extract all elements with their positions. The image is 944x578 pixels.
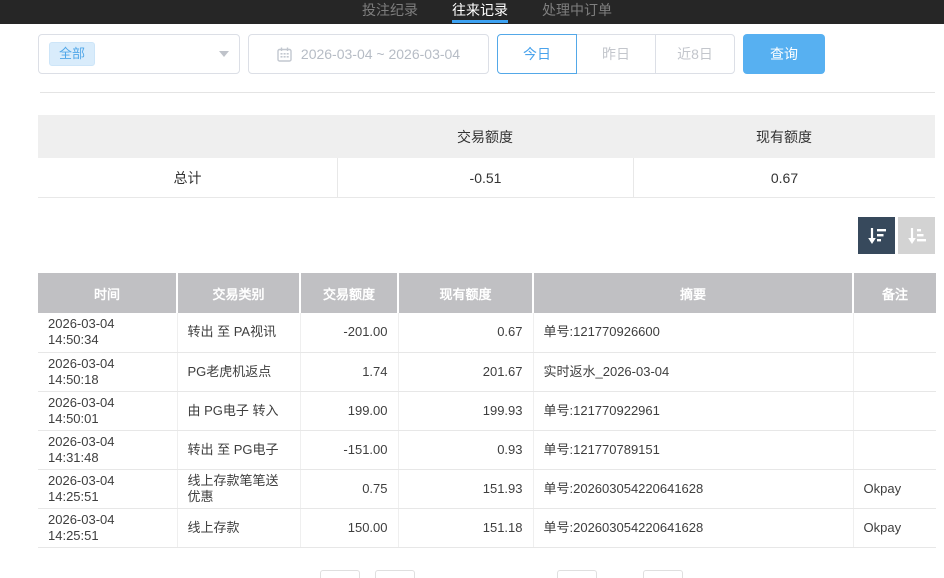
cell-summary: 单号:121770926600 [533,313,853,352]
section-divider [40,92,935,93]
cell-balance: 0.67 [398,313,533,352]
cell-balance: 151.93 [398,469,533,508]
cell-time: 2026-03-04 14:50:01 [38,391,177,430]
cell-type: 由 PG电子 转入 [177,391,300,430]
tab-transaction-records-label: 往来记录 [452,2,508,18]
tab-transaction-records[interactable]: 往来记录 [452,0,508,24]
tab-processing-orders[interactable]: 处理中订单 [542,0,612,24]
cell-type: 线上存款 [177,508,300,547]
type-filter-select[interactable]: 全部 [38,34,240,74]
last-8-days-button[interactable]: 近8日 [655,34,735,74]
date-range-input[interactable]: 2026-03-04 ~ 2026-03-04 [248,34,489,74]
table-row: 2026-03-04 14:50:01 由 PG电子 转入 199.00 199… [38,391,936,430]
sort-amount-asc-icon [906,225,928,247]
summary-header-row: 交易额度 现有额度 [38,115,935,158]
records-header-row: 时间 交易类别 交易额度 现有额度 摘要 备注 [38,273,936,313]
cell-amount: 199.00 [300,391,398,430]
cell-amount: 150.00 [300,508,398,547]
cell-time: 2026-03-04 14:50:18 [38,352,177,391]
transaction-records-page: 投注纪录 往来记录 处理中订单 全部 [0,0,944,578]
summary-total-label: 总计 [38,168,337,188]
cell-amount: -151.00 [300,430,398,469]
cell-amount: 1.74 [300,352,398,391]
cell-amount: 0.75 [300,469,398,508]
sort-ascending-button[interactable] [898,217,935,254]
sort-descending-button[interactable] [858,217,895,254]
cell-time: 2026-03-04 14:25:51 [38,508,177,547]
selected-filter-tag[interactable]: 全部 [49,42,95,66]
top-nav-bar: 投注纪录 往来记录 处理中订单 [0,0,944,24]
date-range-value: 2026-03-04 ~ 2026-03-04 [301,46,460,62]
column-header-note: 备注 [853,273,936,313]
active-tab-underline [452,20,508,23]
summary-total-row: 总计 -0.51 0.67 [38,158,935,198]
cell-amount: -201.00 [300,313,398,352]
query-button[interactable]: 查询 [743,34,825,74]
sort-amount-desc-icon [866,225,888,247]
cell-note: Okpay [853,469,936,508]
cell-balance: 199.93 [398,391,533,430]
cell-note [853,430,936,469]
summary-header-current-amount: 现有额度 [633,127,935,147]
table-row: 2026-03-04 14:50:34 转出 至 PA视讯 -201.00 0.… [38,313,936,352]
cell-summary: 实时返水_2026-03-04 [533,352,853,391]
cell-note [853,313,936,352]
table-row: 2026-03-04 14:25:51 线上存款笔笔送优惠 0.75 151.9… [38,469,936,508]
pagination-button[interactable] [375,570,415,578]
cell-summary: 单号:121770922961 [533,391,853,430]
cell-type: 转出 至 PA视讯 [177,313,300,352]
cell-summary: 单号:202603054220641628 [533,508,853,547]
tab-betting-records[interactable]: 投注纪录 [362,0,418,24]
pagination-button[interactable] [643,570,683,578]
records-tbody: 2026-03-04 14:50:34 转出 至 PA视讯 -201.00 0.… [38,313,936,547]
cell-type: 转出 至 PG电子 [177,430,300,469]
cell-summary: 单号:202603054220641628 [533,469,853,508]
cell-summary: 单号:121770789151 [533,430,853,469]
calendar-icon [277,47,292,62]
pagination-button[interactable] [320,570,360,578]
summary-transaction-amount-value: -0.51 [337,158,633,197]
pagination-button[interactable] [557,570,597,578]
records-table: 时间 交易类别 交易额度 现有额度 摘要 备注 2026-03-04 14:50… [38,273,936,548]
table-row: 2026-03-04 14:25:51 线上存款 150.00 151.18 单… [38,508,936,547]
summary-header-transaction-amount: 交易额度 [337,127,633,147]
cell-note: Okpay [853,508,936,547]
column-header-summary: 摘要 [533,273,853,313]
table-row: 2026-03-04 14:31:48 转出 至 PG电子 -151.00 0.… [38,430,936,469]
today-button[interactable]: 今日 [497,34,577,74]
table-row: 2026-03-04 14:50:18 PG老虎机返点 1.74 201.67 … [38,352,936,391]
column-header-transaction-amount: 交易额度 [300,273,398,313]
chevron-down-icon [219,51,229,57]
cell-balance: 151.18 [398,508,533,547]
quick-date-button-group: 今日 昨日 近8日 [497,34,735,74]
cell-note [853,352,936,391]
sort-controls [858,217,935,254]
cell-type: PG老虎机返点 [177,352,300,391]
filter-toolbar: 全部 2026-03-04 ~ 2026-03-04 今日 昨日 近8日 查询 [0,34,944,74]
column-header-type: 交易类别 [177,273,300,313]
cell-balance: 0.93 [398,430,533,469]
cell-time: 2026-03-04 14:50:34 [38,313,177,352]
column-header-time: 时间 [38,273,177,313]
cell-note [853,391,936,430]
cell-time: 2026-03-04 14:31:48 [38,430,177,469]
cell-time: 2026-03-04 14:25:51 [38,469,177,508]
cell-balance: 201.67 [398,352,533,391]
yesterday-button[interactable]: 昨日 [576,34,656,74]
summary-current-amount-value: 0.67 [633,158,935,197]
cell-type: 线上存款笔笔送优惠 [177,469,300,508]
summary-table: 交易额度 现有额度 总计 -0.51 0.67 [38,115,935,198]
column-header-current-amount: 现有额度 [398,273,533,313]
nav-tabs: 投注纪录 往来记录 处理中订单 [15,0,944,24]
